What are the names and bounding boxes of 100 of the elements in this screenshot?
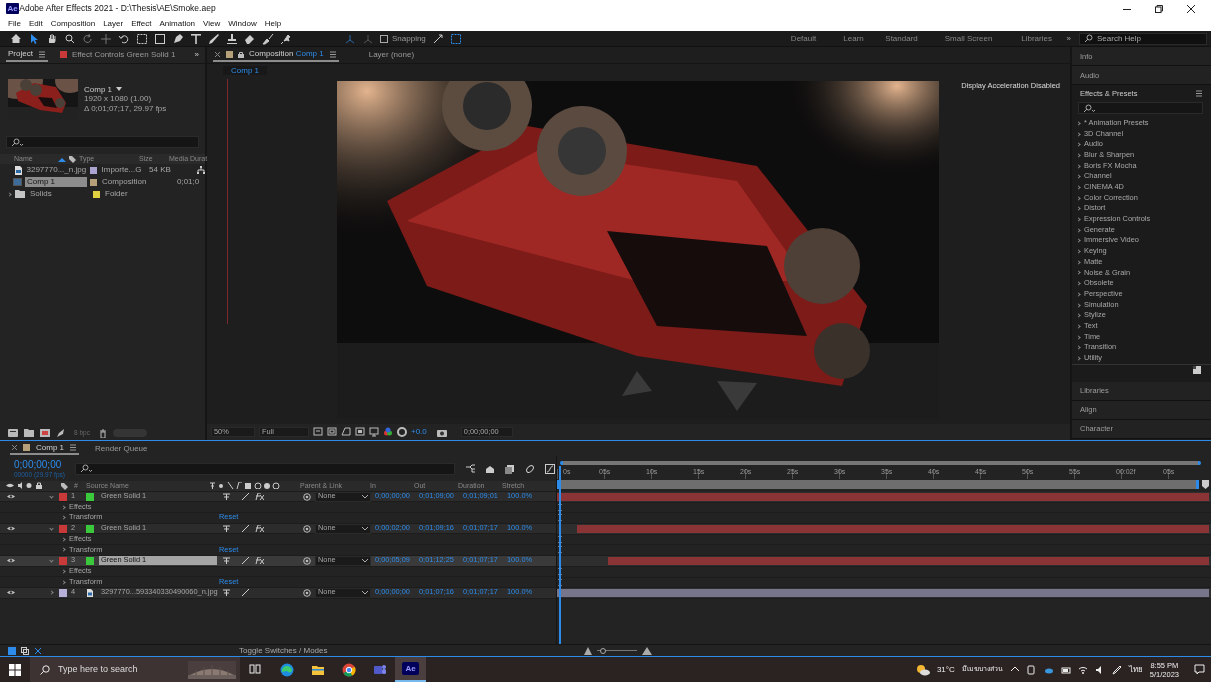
pin-icon[interactable] [280, 32, 292, 45]
trash-icon[interactable] [98, 428, 107, 438]
menu-item[interactable]: View [203, 19, 221, 29]
menu-icon[interactable] [1195, 90, 1203, 97]
file-name[interactable]: Comp 1 [25, 177, 87, 187]
flowchart-icon[interactable] [197, 166, 205, 174]
zoom-slider-thumb[interactable] [600, 647, 606, 654]
restore-icon[interactable] [1155, 4, 1163, 13]
shy-layers-icon[interactable] [484, 463, 495, 474]
pen-workspace-icon[interactable] [1111, 664, 1122, 675]
roto-brush-icon[interactable] [262, 32, 274, 45]
visibility-eye-icon[interactable] [6, 589, 16, 597]
workspace-tab[interactable]: Default [772, 32, 835, 45]
workspace-tab[interactable]: Standard [872, 32, 931, 45]
quality-switch-icon[interactable] [242, 557, 249, 565]
shy-switch-icon[interactable] [223, 589, 230, 597]
search-help-field[interactable]: Search Help [1079, 32, 1207, 45]
mask-icon[interactable] [341, 427, 351, 437]
file-name[interactable]: 3297770..._n.jpg [24, 165, 87, 175]
snap-icon[interactable] [449, 32, 462, 45]
menu-item[interactable]: Effect [131, 19, 152, 29]
quality-switch-icon[interactable] [242, 493, 249, 501]
menu-item[interactable]: Edit [28, 19, 43, 29]
exposure-value[interactable]: +0.0 [411, 427, 427, 437]
type-tool-icon[interactable] [190, 32, 202, 45]
effects-switch-icon[interactable] [255, 525, 264, 533]
taskbar-app-button[interactable]: Ae [395, 657, 426, 682]
panel-tab[interactable]: Render Queue [93, 442, 150, 455]
parent-pick-whip-icon[interactable] [303, 588, 311, 597]
visibility-eye-icon[interactable] [6, 493, 16, 501]
breadcrumb-tab[interactable]: Comp 1 [223, 65, 267, 76]
transparency-grid-icon[interactable] [369, 427, 379, 437]
current-time[interactable]: 0;00;00;00 [14, 458, 65, 471]
parent-pick-whip-icon[interactable] [303, 524, 311, 533]
snapping-checkbox[interactable] [380, 34, 388, 43]
panel-tab[interactable]: Project [6, 48, 48, 62]
new-folder-icon[interactable] [24, 429, 34, 437]
more-workspaces-button[interactable]: » [1066, 33, 1071, 44]
hand-icon[interactable] [46, 32, 58, 45]
toggle-switches-modes-button[interactable]: Toggle Switches / Modes [239, 645, 579, 656]
menu-item[interactable]: Help [264, 19, 282, 29]
workspace-tab[interactable]: Learn [834, 32, 873, 45]
switches-icon[interactable] [21, 646, 29, 655]
new-bin-icon[interactable] [1193, 366, 1201, 375]
panel-tab[interactable]: Effect Controls Green Solid 1 [57, 49, 178, 61]
selection-arrow-icon[interactable] [28, 32, 40, 45]
effects-switch-icon[interactable] [255, 557, 264, 565]
stamp-icon[interactable] [226, 32, 238, 45]
axis-icon[interactable] [344, 32, 356, 45]
region-icon[interactable] [355, 427, 365, 437]
sort-arrow-icon[interactable] [58, 156, 66, 162]
layer-search-field[interactable] [74, 462, 455, 475]
label-tag-icon[interactable] [68, 155, 76, 163]
menu-item[interactable]: Composition [50, 19, 96, 29]
shy-switch-icon[interactable] [223, 493, 230, 501]
file-name[interactable]: Solids [28, 189, 90, 199]
menu-item[interactable]: File [8, 19, 21, 29]
visibility-eye-icon[interactable] [6, 525, 16, 533]
frame-blending-icon[interactable] [504, 463, 515, 474]
fit-icon[interactable] [313, 427, 323, 437]
brush-icon[interactable] [208, 32, 220, 45]
windows-start-icon[interactable] [9, 663, 21, 676]
quality-switch-icon[interactable] [242, 525, 249, 533]
rectangle-icon[interactable] [154, 32, 166, 45]
render-icon[interactable] [56, 428, 65, 438]
workspace-tab[interactable]: Libraries [1006, 32, 1067, 45]
parent-pick-whip-icon[interactable] [303, 492, 311, 501]
notification-icon[interactable] [1194, 664, 1205, 675]
workspace-tab[interactable]: Small Screen [930, 32, 1007, 45]
flowchart-icon[interactable] [464, 463, 475, 474]
project-search-field[interactable] [6, 136, 199, 148]
region-icon[interactable] [136, 32, 148, 45]
weather-icon[interactable] [915, 663, 930, 676]
rotate-icon[interactable] [82, 32, 94, 45]
input-language[interactable]: ไทย [1128, 664, 1143, 675]
zoom-in-icon[interactable] [642, 646, 652, 655]
snap-icon[interactable] [431, 32, 444, 45]
zoom-out-icon[interactable] [584, 646, 592, 655]
safe-zones-icon[interactable] [327, 427, 337, 437]
graph-editor-icon[interactable] [544, 463, 555, 474]
visibility-eye-icon[interactable] [6, 557, 16, 565]
comp-flowchart-icon[interactable] [8, 646, 16, 655]
meet-now-icon[interactable] [1026, 664, 1037, 675]
comp-marker-icon[interactable] [1202, 480, 1209, 489]
snapshot-icon[interactable] [436, 427, 447, 437]
interpret-footage-icon[interactable] [8, 429, 18, 437]
effects-switch-icon[interactable] [255, 493, 264, 501]
render-time-icon[interactable] [34, 646, 42, 655]
motion-blur-icon[interactable] [524, 463, 535, 474]
panel-tab[interactable]: Layer (none) [366, 49, 417, 61]
exposure-icon[interactable] [397, 427, 407, 437]
menu-item[interactable]: Window [228, 19, 257, 29]
taskbar-search-field[interactable]: Type here to search [30, 657, 240, 682]
effects-search-field[interactable] [1078, 102, 1203, 114]
more-panels-button[interactable]: » [194, 50, 199, 60]
caret-icon[interactable] [116, 86, 122, 92]
panel-tab[interactable]: Composition Comp 1 [213, 48, 339, 62]
channels-icon[interactable] [383, 427, 393, 437]
search-icon[interactable] [64, 32, 76, 45]
close-icon[interactable] [1187, 4, 1195, 13]
